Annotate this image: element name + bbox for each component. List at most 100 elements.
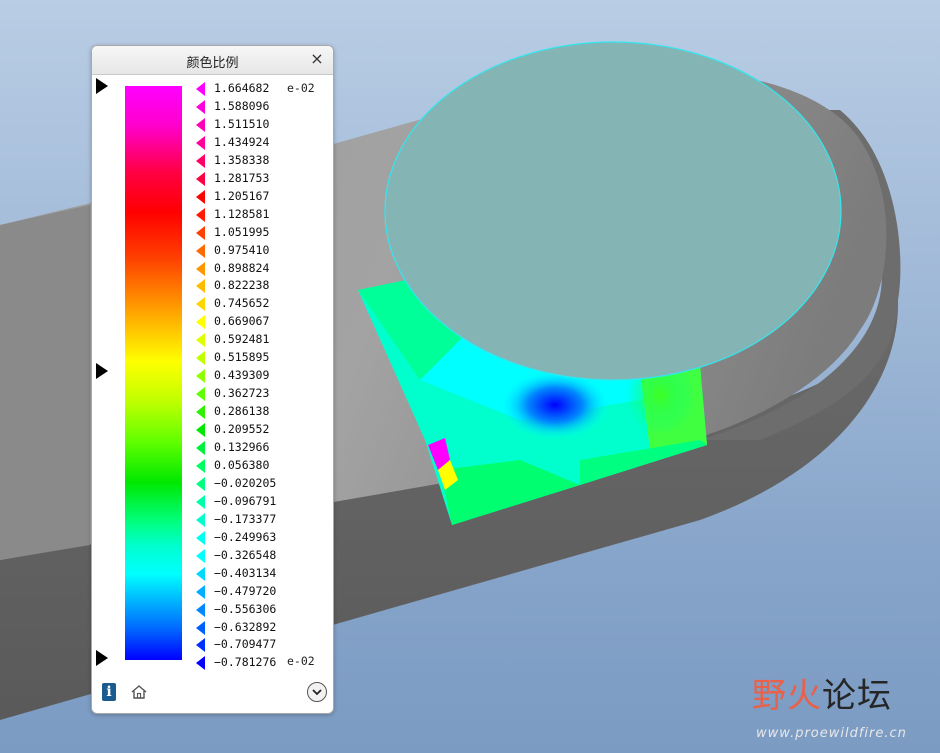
tick-value: 0.286138	[214, 404, 270, 419]
dialog-footer: i	[92, 673, 333, 713]
tick-value: −0.479720	[214, 583, 277, 598]
tick-marker-icon[interactable]	[196, 620, 205, 635]
info-icon[interactable]: i	[102, 683, 116, 701]
tick-marker-icon[interactable]	[196, 135, 205, 150]
scale-tick: 0.286138	[194, 403, 329, 421]
scale-tick: 0.362723	[194, 385, 329, 403]
tick-value: 0.898824	[214, 260, 270, 275]
forum-watermark: 野火论坛 www.proewildfire.cn	[752, 668, 932, 748]
scale-tick: −0.403134	[194, 565, 329, 583]
tick-marker-icon[interactable]	[196, 153, 205, 168]
scale-tick: 0.822238	[194, 277, 329, 295]
tick-value: 0.745652	[214, 296, 270, 311]
scale-tick: −0.326548	[194, 547, 329, 565]
tick-marker-icon[interactable]	[196, 512, 205, 527]
scale-tick: 1.358338	[194, 152, 329, 170]
dialog-titlebar[interactable]: 颜色比例 ×	[92, 46, 333, 75]
tick-value: 1.358338	[214, 152, 270, 167]
tick-marker-icon[interactable]	[196, 279, 205, 294]
tick-value: 1.051995	[214, 224, 270, 239]
scale-tick: 0.132966	[194, 439, 329, 457]
lower-range-slider[interactable]	[96, 650, 108, 666]
tick-marker-icon[interactable]	[196, 351, 205, 366]
scale-tick: 1.588096	[194, 98, 329, 116]
tick-value: 0.669067	[214, 314, 270, 329]
tick-marker-icon[interactable]	[196, 243, 205, 258]
tick-marker-icon[interactable]	[196, 530, 205, 545]
tick-value: 0.975410	[214, 242, 270, 257]
tick-value: 0.822238	[214, 278, 270, 293]
tick-marker-icon[interactable]	[196, 82, 205, 96]
scale-tick: 0.515895	[194, 349, 329, 367]
scale-tick: 0.898824	[194, 260, 329, 278]
tick-value: −0.556306	[214, 601, 277, 616]
scale-tick: 0.439309	[194, 367, 329, 385]
tick-marker-icon[interactable]	[196, 261, 205, 276]
tick-value: 0.362723	[214, 386, 270, 401]
tick-marker-icon[interactable]	[196, 171, 205, 186]
tick-marker-icon[interactable]	[196, 99, 205, 114]
tick-value: 1.205167	[214, 188, 270, 203]
exponent-label-bottom: e-02	[287, 654, 315, 668]
tick-marker-icon[interactable]	[196, 441, 205, 455]
cylinder-top-disc	[384, 41, 842, 381]
tick-marker-icon[interactable]	[196, 333, 205, 348]
tick-marker-icon[interactable]	[196, 405, 205, 420]
scale-tick: −0.556306	[194, 601, 329, 619]
tick-marker-icon[interactable]	[196, 315, 205, 330]
tick-marker-icon[interactable]	[196, 423, 205, 438]
tick-marker-icon[interactable]	[196, 207, 205, 222]
tick-marker-icon[interactable]	[196, 638, 205, 653]
chevron-down-icon[interactable]	[307, 682, 327, 702]
tick-value: −0.173377	[214, 511, 277, 526]
tick-marker-icon[interactable]	[196, 369, 205, 384]
scale-tick: −0.709477	[194, 636, 329, 654]
scale-tick: −0.249963	[194, 529, 329, 547]
tick-marker-icon[interactable]	[196, 225, 205, 240]
scale-tick: 1.205167	[194, 188, 329, 206]
scale-tick: −0.173377	[194, 511, 329, 529]
tick-marker-icon[interactable]	[196, 602, 205, 617]
tick-marker-icon[interactable]	[196, 297, 205, 312]
tick-marker-icon[interactable]	[196, 584, 205, 599]
home-icon[interactable]	[130, 683, 148, 701]
tick-value: 0.209552	[214, 422, 270, 437]
close-button[interactable]: ×	[309, 50, 325, 68]
tick-marker-icon[interactable]	[196, 189, 205, 204]
scale-tick: 0.592481	[194, 331, 329, 349]
tick-value: 0.132966	[214, 440, 270, 454]
tick-value: −0.096791	[214, 493, 277, 508]
tick-marker-icon[interactable]	[196, 117, 205, 132]
middle-range-slider[interactable]	[96, 363, 108, 379]
tick-value: 1.434924	[214, 134, 270, 149]
watermark-url: www.proewildfire.cn	[756, 726, 907, 741]
tick-marker-icon[interactable]	[196, 656, 205, 671]
watermark-text-1: 野火	[752, 676, 822, 716]
tick-value: 1.128581	[214, 206, 270, 221]
tick-marker-icon[interactable]	[196, 387, 205, 402]
tick-value: 1.588096	[214, 98, 270, 113]
color-scale-dialog: 颜色比例 × 1.664682 1.588096 1.511510 1.434924 1…	[91, 45, 334, 714]
dialog-title: 颜色比例	[186, 56, 239, 71]
scale-tick: 1.051995	[194, 224, 329, 242]
watermark-logo: 野火论坛	[752, 668, 892, 717]
tick-marker-icon[interactable]	[196, 458, 205, 473]
scale-tick-list: 1.664682 1.588096 1.511510 1.434924 1.358338…	[194, 80, 329, 671]
tick-marker-icon[interactable]	[196, 476, 205, 491]
tick-marker-icon[interactable]	[196, 548, 205, 563]
scale-tick: 0.669067	[194, 313, 329, 331]
scale-tick: 0.056380	[194, 457, 329, 475]
tick-value: −0.020205	[214, 475, 277, 490]
tick-value: −0.326548	[214, 547, 277, 562]
tick-marker-icon[interactable]	[196, 494, 205, 509]
upper-range-slider[interactable]	[96, 78, 108, 94]
scale-tick: −0.020205	[194, 475, 329, 493]
tick-value: 1.511510	[214, 116, 270, 131]
part-left-edge	[0, 205, 90, 560]
color-gradient-bar	[125, 86, 182, 660]
tick-value: 0.592481	[214, 332, 270, 347]
tick-value: −0.709477	[214, 637, 277, 652]
scale-tick: 0.745652	[194, 295, 329, 313]
tick-marker-icon[interactable]	[196, 566, 205, 581]
scale-tick: 0.975410	[194, 242, 329, 260]
